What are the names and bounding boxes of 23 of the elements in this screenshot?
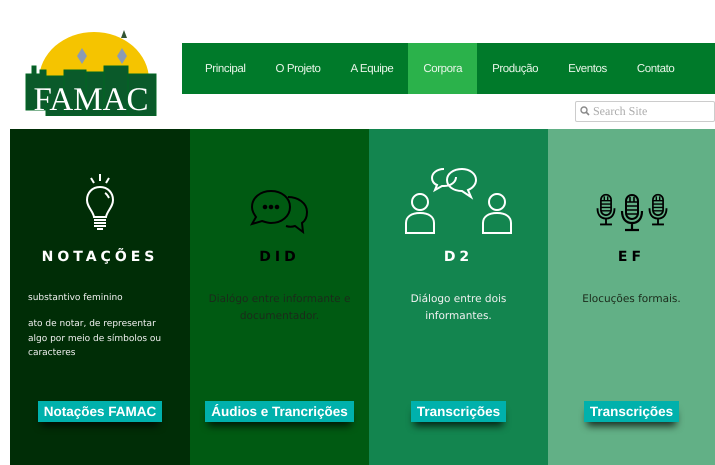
search-icon (580, 106, 590, 116)
nav-tab[interactable]: Principal (190, 43, 261, 94)
category-button[interactable]: Áudios e Trancrições (205, 401, 354, 422)
category-description: Elocuções formais. (581, 292, 682, 307)
category-title: NOTAÇÕES (42, 249, 158, 267)
nav-tab[interactable]: O Projeto (260, 43, 336, 94)
category-button[interactable]: Transcrições (584, 401, 680, 422)
category-description: ato de notar, de representar algo por meio de símbolos ou caracteres (28, 318, 162, 360)
category-title: DID (259, 249, 300, 267)
nav-tab[interactable]: Produção (477, 43, 554, 94)
category-title: EF (618, 249, 646, 267)
nav-tab[interactable]: Corpora (408, 43, 478, 94)
category-title: D2 (444, 249, 474, 267)
nav-tab[interactable]: A Equipe (336, 43, 408, 94)
two-people-talking-icon (404, 165, 514, 235)
search-field[interactable]: Search Site (575, 101, 715, 122)
category-button[interactable]: Notações FAMAC (38, 401, 162, 422)
category-description: substantivo feminino (28, 292, 124, 305)
speech-bubbles-icon (250, 187, 310, 235)
category-description: Diálogo entre dois informantes. (410, 292, 508, 324)
nav-tab[interactable]: Eventos (553, 43, 622, 94)
category-button[interactable]: Transcrições (410, 401, 506, 422)
nav-tab[interactable]: Contato (622, 43, 690, 94)
